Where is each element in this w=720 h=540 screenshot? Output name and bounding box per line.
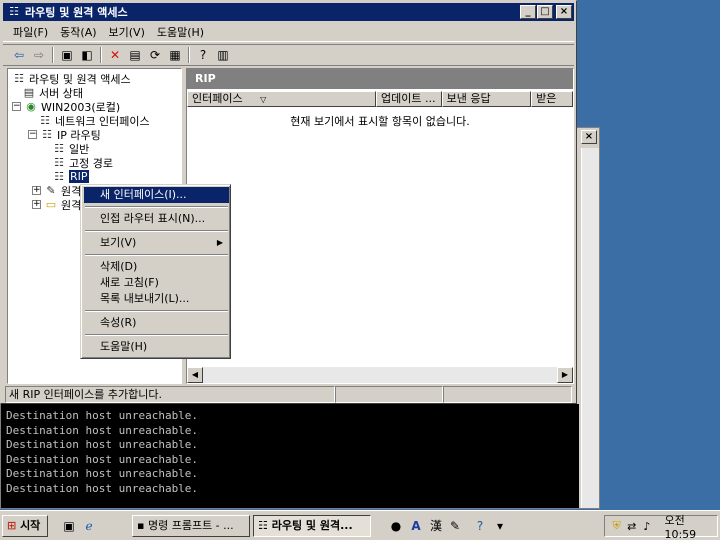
ime-menu-icon[interactable]: ▾ xyxy=(494,517,506,535)
routing-app-icon: ☷ xyxy=(258,519,268,532)
menu-separator xyxy=(85,206,228,208)
pane-title: RIP xyxy=(187,69,573,89)
console-output: Destination host unreachable. Destinatio… xyxy=(1,404,579,508)
properties-icon[interactable]: ▤ xyxy=(125,46,145,64)
task-button-command-prompt[interactable]: ▪ 명령 프롬프트 - ... xyxy=(132,515,250,537)
column-headers: 인터페이스 ▽ 업데이트 ... 보낸 응답 받은 xyxy=(187,91,573,107)
menu-view[interactable]: 보기(V) xyxy=(103,24,151,41)
collapse-toggle[interactable]: − xyxy=(12,102,21,111)
column-received[interactable]: 받은 xyxy=(531,91,573,107)
window-title: 라우팅 및 원격 액세스 xyxy=(25,6,128,19)
folder-icon: ▭ xyxy=(45,197,57,211)
horizontal-scrollbar[interactable]: ◀ ▶ xyxy=(187,367,573,383)
scroll-track[interactable] xyxy=(203,367,557,383)
up-folder-icon[interactable]: ▣ xyxy=(57,46,77,64)
column-interface[interactable]: 인터페이스 ▽ xyxy=(187,91,376,107)
routing-icon: ☷ xyxy=(54,155,64,169)
back-arrow-icon[interactable]: ⇦ xyxy=(9,46,29,64)
menu-item-export-list[interactable]: 목록 내보내기(L)... xyxy=(84,291,229,307)
menu-separator xyxy=(85,254,228,256)
windows-logo-icon: ⊞ xyxy=(7,519,17,532)
collapse-toggle[interactable]: − xyxy=(28,130,37,139)
task-button-routing[interactable]: ☷ 라우팅 및 원격... xyxy=(253,515,371,537)
submenu-arrow-icon: ▶ xyxy=(216,238,223,247)
menu-item-new-interface[interactable]: 새 인터페이스(I)... xyxy=(84,187,229,203)
ime-options-icon[interactable]: ✎ xyxy=(447,517,463,535)
column-updates[interactable]: 업데이트 ... xyxy=(375,91,442,107)
sort-descending-icon: ▽ xyxy=(260,95,267,104)
routing-app-icon: ☷ xyxy=(9,5,19,18)
routing-icon: ☷ xyxy=(54,169,64,183)
toolbar: ⇦ ⇨ ▣ ◧ ✕ ▤ ⟳ ▦ ? ▥ xyxy=(3,44,574,66)
help-icon[interactable]: ? xyxy=(193,46,213,64)
clock[interactable]: 오전 10:59 xyxy=(664,512,717,540)
ime-help-icon[interactable]: ? xyxy=(472,517,488,535)
menu-file[interactable]: 파일(F) xyxy=(7,24,54,41)
menu-item-delete[interactable]: 삭제(D) xyxy=(84,259,229,275)
volume-icon[interactable]: ♪ xyxy=(639,520,654,533)
start-button[interactable]: ⊞ 시작 xyxy=(2,515,48,537)
command-prompt-icon: ▪ xyxy=(137,519,145,532)
scroll-right-icon[interactable]: ▶ xyxy=(557,367,573,383)
status-text: 새 RIP 인터페이스를 추가합니다. xyxy=(5,386,335,403)
menu-help[interactable]: 도움말(H) xyxy=(151,24,210,41)
export-list-icon[interactable]: ▦ xyxy=(165,46,185,64)
tree-label: 원격 xyxy=(61,198,82,212)
status-panel-2 xyxy=(335,386,443,403)
minimize-button[interactable]: _ xyxy=(520,5,536,19)
tree-label: RIP xyxy=(69,170,89,183)
menu-separator xyxy=(85,230,228,232)
show-desktop-icon[interactable]: ▣ xyxy=(60,517,78,535)
policy-icon: ✎ xyxy=(46,183,56,197)
menu-action[interactable]: 동작(A) xyxy=(54,24,102,41)
menu-separator xyxy=(85,334,228,336)
expand-toggle[interactable]: + xyxy=(32,186,41,195)
security-shield-icon[interactable]: ⛨ xyxy=(609,519,624,533)
server-icon: ◉ xyxy=(26,99,36,113)
expand-toggle[interactable]: + xyxy=(32,200,41,209)
tree-item-static-routes[interactable]: ☷ 고정 경로 xyxy=(52,155,113,170)
menu-item-show-neighbors[interactable]: 인접 라우터 표시(N)... xyxy=(84,211,229,227)
routing-icon: ☷ xyxy=(54,141,64,155)
korean-ime-icon[interactable]: ● xyxy=(388,517,404,535)
console-vertical-scrollbar[interactable] xyxy=(581,148,599,508)
scroll-left-icon[interactable]: ◀ xyxy=(187,367,203,383)
network-icon: ☷ xyxy=(40,113,50,127)
tree-item-remote-access-logging[interactable]: + ▭ 원격 xyxy=(32,197,81,212)
context-menu: 새 인터페이스(I)... 인접 라우터 표시(N)... 보기(V) ▶ 삭제… xyxy=(80,184,231,359)
delete-icon[interactable]: ✕ xyxy=(105,46,125,64)
menu-bar: 파일(F) 동작(A) 보기(V) 도움말(H) xyxy=(3,23,574,42)
console-close-button[interactable]: × xyxy=(581,130,597,144)
refresh-icon[interactable]: ⟳ xyxy=(145,46,165,64)
details-pane[interactable]: RIP 인터페이스 ▽ 업데이트 ... 보낸 응답 받은 현재 보기에서 표시… xyxy=(186,68,574,384)
system-tray: ⛨ ⇄ ♪ 오전 10:59 xyxy=(604,512,718,540)
column-responses-sent[interactable]: 보낸 응답 xyxy=(441,91,532,107)
tree-item-ip-routing[interactable]: − ☷ IP 라우팅 xyxy=(28,127,101,142)
status-bar: 새 RIP 인터페이스를 추가합니다. xyxy=(5,386,572,403)
menu-item-refresh[interactable]: 새로 고침(F) xyxy=(84,275,229,291)
close-button[interactable]: × xyxy=(556,5,572,19)
routing-icon: ☷ xyxy=(42,127,52,141)
window-titlebar[interactable]: ☷ 라우팅 및 원격 액세스 _ □ × xyxy=(3,3,574,21)
ime-alpha-mode[interactable]: A xyxy=(408,517,424,535)
internet-explorer-icon[interactable]: ℯ xyxy=(80,517,98,535)
ime-hanja-mode[interactable]: 漢 xyxy=(428,517,444,535)
network-icon[interactable]: ⇄ xyxy=(624,520,639,533)
forward-arrow-icon[interactable]: ⇨ xyxy=(29,46,49,64)
maximize-button[interactable]: □ xyxy=(537,5,553,19)
status-panel-3 xyxy=(443,386,572,403)
routing-icon: ☷ xyxy=(14,71,24,85)
taskbar: ⊞ 시작 ▣ ℯ ▪ 명령 프롬프트 - ... ☷ 라우팅 및 원격... ●… xyxy=(0,510,720,540)
mmc-console-icon[interactable]: ▥ xyxy=(213,46,233,64)
tree-toggle-icon[interactable]: ◧ xyxy=(77,46,97,64)
menu-item-view[interactable]: 보기(V) ▶ xyxy=(84,235,229,251)
server-status-icon: ▤ xyxy=(23,85,35,99)
empty-list-message: 현재 보기에서 표시할 항목이 없습니다. xyxy=(290,115,470,128)
menu-separator xyxy=(85,310,228,312)
menu-item-help[interactable]: 도움말(H) xyxy=(84,339,229,355)
menu-item-properties[interactable]: 속성(R) xyxy=(84,315,229,331)
